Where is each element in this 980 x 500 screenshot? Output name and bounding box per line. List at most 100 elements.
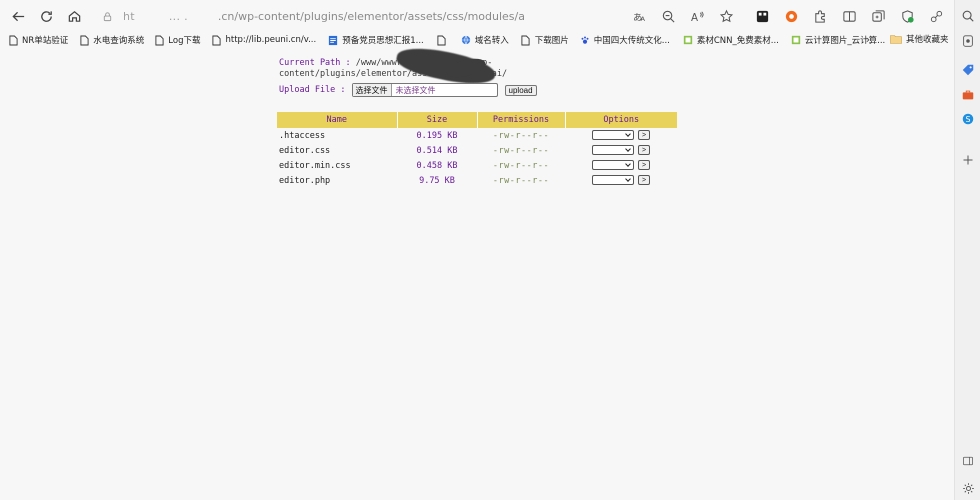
current-path-label: Current Path : — [279, 58, 351, 68]
upload-button[interactable]: upload — [504, 84, 537, 96]
url-prefix: ht — [123, 9, 135, 23]
bookmark-item[interactable]: Log下载 — [154, 32, 200, 48]
page-content: Current Path : /www/wwwrowp- content/plu… — [0, 41, 954, 500]
bookmark-label: 下载图片 — [534, 36, 569, 46]
file-input[interactable]: 选择文件 未选择文件 — [351, 83, 498, 97]
bookmark-item[interactable]: 中国四大传统文化... — [580, 32, 670, 48]
file-size: 9.75 KB — [419, 175, 455, 186]
green-square-icon — [791, 35, 801, 46]
file-name-link[interactable]: .htaccess — [277, 128, 397, 143]
options-go-button[interactable]: > — [638, 160, 650, 171]
file-permissions[interactable]: -rw-r--r-- — [477, 128, 565, 143]
table-row: editor.css 0.514 KB -rw-r--r-- > — [277, 143, 677, 158]
options-select[interactable] — [592, 145, 634, 156]
page-icon — [211, 35, 221, 46]
options-select[interactable] — [592, 130, 634, 141]
column-header-permissions: Permissions — [477, 112, 566, 128]
page-icon — [79, 35, 89, 46]
refresh-icon[interactable] — [32, 2, 60, 30]
address-bar[interactable]: ht ... . .cn/wp-content/plugins/elemento… — [96, 5, 526, 27]
options-go-button[interactable]: > — [638, 130, 650, 141]
svg-text:A: A — [690, 12, 697, 24]
bookmark-item[interactable]: 素材CNN_免费素材... — [683, 32, 779, 48]
file-name-link[interactable]: editor.php — [277, 173, 397, 188]
options-select[interactable] — [592, 175, 634, 186]
file-permissions[interactable]: -rw-r--r-- — [477, 143, 565, 158]
other-favorites-folder[interactable]: 其他收藏夹 — [890, 31, 949, 47]
bookmark-label: NR单站验证 — [22, 36, 69, 46]
document-icon — [328, 35, 338, 46]
copilot-icon[interactable] — [960, 33, 976, 49]
table-header-row: Name Size Permissions Options — [277, 112, 677, 128]
read-aloud-icon[interactable]: A — [685, 4, 709, 28]
options-select[interactable] — [592, 160, 634, 171]
settings-gear-icon[interactable] — [960, 480, 976, 496]
bookmark-label: Log下载 — [168, 36, 201, 46]
back-icon[interactable] — [4, 2, 32, 30]
upload-form: Upload File : 选择文件 未选择文件 upload — [279, 83, 537, 97]
folder-icon — [890, 34, 902, 44]
file-size: 0.514 KB — [416, 145, 458, 156]
bookmark-item[interactable]: 水电查询系统 — [79, 32, 144, 48]
extensions-puzzle-icon[interactable] — [809, 4, 833, 28]
file-options: > — [565, 158, 677, 173]
split-screen-icon[interactable] — [838, 4, 862, 28]
hide-sidebar-icon[interactable] — [960, 453, 976, 469]
svg-text:S: S — [966, 115, 971, 124]
file-options: > — [565, 143, 677, 158]
file-size: 0.458 KB — [416, 160, 458, 171]
bookmark-item[interactable]: 下载图片 — [521, 32, 569, 48]
home-icon[interactable] — [60, 2, 88, 30]
bookmark-item[interactable]: NR单站验证 — [8, 32, 68, 48]
performance-icon[interactable] — [925, 4, 949, 28]
choose-file-button[interactable]: 选择文件 — [352, 84, 392, 96]
page-icon — [521, 35, 531, 46]
upload-file-label: Upload File : — [279, 85, 346, 95]
file-name-link[interactable]: editor.min.css — [277, 158, 397, 173]
browser-toolbar: ht ... . .cn/wp-content/plugins/elemento… — [0, 0, 980, 31]
file-options: > — [565, 173, 677, 188]
bookmark-label: 域名转入 — [474, 36, 509, 46]
table-row: editor.min.css 0.458 KB -rw-r--r-- > — [277, 158, 677, 173]
svg-text:A: A — [640, 15, 645, 23]
file-permissions[interactable]: -rw-r--r-- — [477, 173, 565, 188]
lock-icon[interactable] — [102, 9, 113, 23]
extension-dark-icon[interactable] — [751, 4, 775, 28]
skype-icon[interactable]: S — [960, 111, 976, 127]
bookmark-item[interactable]: 预备党员思想汇报1... — [328, 32, 424, 48]
shopping-tag-icon[interactable] — [960, 62, 976, 78]
bookmark-item[interactable]: 域名转入 — [461, 32, 509, 48]
options-go-button[interactable]: > — [638, 175, 650, 186]
page-icon — [437, 35, 447, 46]
file-permissions[interactable]: -rw-r--r-- — [477, 158, 565, 173]
bookmark-label: 中国四大传统文化... — [593, 36, 670, 46]
bookmark-label: 水电查询系统 — [93, 36, 145, 46]
column-header-size: Size — [397, 112, 478, 128]
add-icon[interactable] — [960, 152, 976, 168]
url-path: .cn/wp-content/plugins/elementor/assets/… — [217, 9, 526, 23]
bookmark-label: http://lib.peuni.cn/v... — [225, 35, 317, 45]
column-header-options: Options — [565, 112, 677, 128]
column-header-name: Name — [277, 112, 398, 128]
file-name-link[interactable]: editor.css — [277, 143, 397, 158]
bookmark-item[interactable]: http://lib.peuni.cn/v... — [211, 32, 316, 48]
table-row: editor.php 9.75 KB -rw-r--r-- > — [277, 173, 677, 188]
url-obscured: ... . — [168, 9, 188, 23]
page-icon — [154, 35, 164, 46]
search-icon[interactable] — [960, 8, 976, 24]
zoom-icon[interactable] — [656, 4, 680, 28]
chevron-right-icon[interactable]: › — [862, 31, 874, 47]
green-square-icon — [683, 35, 693, 46]
browser-essentials-icon[interactable] — [896, 4, 920, 28]
file-table: Name Size Permissions Options .htaccess … — [277, 112, 677, 188]
options-go-button[interactable]: > — [638, 145, 650, 156]
file-size: 0.195 KB — [416, 130, 458, 141]
globe-icon — [461, 35, 471, 46]
page-icon — [8, 35, 18, 46]
tools-briefcase-icon[interactable] — [960, 87, 976, 103]
favorite-star-icon[interactable] — [714, 4, 738, 28]
collections-icon[interactable] — [867, 4, 891, 28]
bookmark-item[interactable] — [437, 32, 451, 48]
extension-orange-icon[interactable] — [780, 4, 804, 28]
translate-icon[interactable]: あA — [627, 4, 651, 28]
